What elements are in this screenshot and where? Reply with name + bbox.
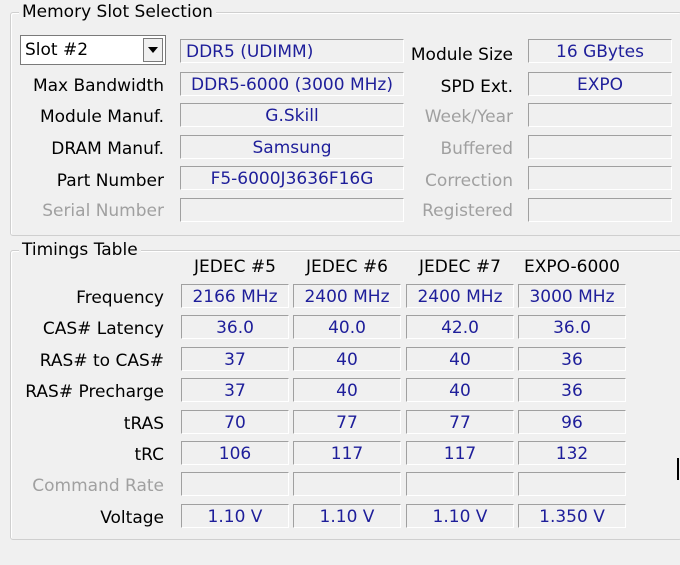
timing-value-ras-precharge: 40 — [406, 378, 514, 403]
slot-select-value: Slot #2 — [25, 40, 89, 60]
timing-value-ras-precharge: 36 — [518, 378, 626, 403]
timing-label-voltage: Voltage — [100, 507, 164, 528]
dram-manuf-label: DRAM Manuf. — [51, 139, 164, 159]
timing-label-ras-precharge: RAS# Precharge — [25, 382, 164, 403]
timing-label-tras: tRAS — [123, 413, 164, 434]
timing-value-command-rate — [293, 472, 401, 497]
timing-value-ras-to-cas: 40 — [406, 346, 514, 371]
timing-value-cas-latency: 40.0 — [293, 315, 401, 340]
text-cursor — [677, 458, 679, 480]
correction-field — [528, 166, 672, 190]
timing-value-frequency: 2400 MHz — [406, 284, 514, 308]
timing-value-cas-latency: 36.0 — [518, 315, 626, 340]
timing-label-frequency: Frequency — [76, 288, 164, 308]
timings-column-header: EXPO-6000 — [524, 257, 620, 277]
slot-select[interactable]: Slot #2 — [20, 35, 166, 65]
module-manuf-field: G.Skill — [180, 103, 404, 127]
correction-label: Correction — [425, 171, 513, 191]
buffered-label: Buffered — [440, 139, 513, 159]
serial-number-field — [180, 198, 404, 222]
timing-value-voltage: 1.10 V — [293, 503, 401, 528]
timing-value-tras: 70 — [181, 409, 289, 434]
module-manuf-label: Module Manuf. — [39, 107, 164, 127]
module-type-field: DDR5 (UDIMM) — [180, 39, 404, 63]
timing-value-frequency: 2400 MHz — [293, 284, 401, 308]
timing-value-cas-latency: 42.0 — [406, 315, 514, 340]
timing-value-ras-to-cas: 36 — [518, 346, 626, 371]
timing-value-tras: 77 — [406, 409, 514, 434]
timing-value-trc: 117 — [293, 441, 401, 465]
module-size-field: 16 GBytes — [528, 39, 672, 63]
timing-value-tras: 96 — [518, 409, 626, 434]
week-year-label: Week/Year — [424, 107, 513, 127]
buffered-field — [528, 135, 672, 159]
timing-value-ras-precharge: 37 — [181, 378, 289, 403]
timings-group-title: Timings Table — [19, 240, 141, 260]
timings-column-header: JEDEC #7 — [419, 257, 501, 277]
timing-value-ras-to-cas: 37 — [181, 346, 289, 371]
timing-value-ras-precharge: 40 — [293, 378, 401, 403]
timing-value-ras-to-cas: 40 — [293, 346, 401, 371]
memory-slot-group-title: Memory Slot Selection — [19, 2, 216, 22]
serial-number-label: Serial Number — [42, 201, 164, 221]
spd-ext-field: EXPO — [528, 72, 672, 96]
timing-value-voltage: 1.350 V — [518, 503, 626, 528]
timing-value-tras: 77 — [293, 409, 401, 434]
registered-label: Registered — [422, 201, 513, 221]
timing-value-frequency: 3000 MHz — [518, 284, 626, 308]
slot-select-dropdown-button[interactable] — [143, 38, 163, 62]
timing-value-trc: 117 — [406, 441, 514, 465]
max-bandwidth-label: Max Bandwidth — [32, 76, 164, 96]
timings-column-header: JEDEC #6 — [306, 257, 388, 277]
registered-field — [528, 198, 672, 222]
chevron-down-icon — [148, 47, 158, 53]
timing-label-command-rate: Command Rate — [32, 476, 164, 497]
module-size-label: Module Size — [410, 45, 513, 65]
timing-value-command-rate — [518, 472, 626, 497]
timing-value-trc: 106 — [181, 441, 289, 465]
max-bandwidth-field: DDR5-6000 (3000 MHz) — [180, 72, 404, 96]
timing-label-trc: tRC — [134, 445, 164, 465]
timing-label-ras-to-cas: RAS# to CAS# — [39, 350, 164, 371]
part-number-label: Part Number — [56, 171, 164, 191]
timing-value-voltage: 1.10 V — [181, 503, 289, 528]
timings-column-header: JEDEC #5 — [194, 257, 276, 277]
week-year-field — [528, 103, 672, 127]
dram-manuf-field: Samsung — [180, 135, 404, 159]
timing-label-cas-latency: CAS# Latency — [42, 319, 164, 340]
timing-value-command-rate — [181, 472, 289, 497]
timing-value-trc: 132 — [518, 441, 626, 465]
timing-value-frequency: 2166 MHz — [181, 284, 289, 308]
timing-value-command-rate — [406, 472, 514, 497]
part-number-field: F5-6000J3636F16G — [180, 166, 404, 190]
timing-value-voltage: 1.10 V — [406, 503, 514, 528]
spd-ext-label: SPD Ext. — [440, 77, 513, 97]
timing-value-cas-latency: 36.0 — [181, 315, 289, 340]
